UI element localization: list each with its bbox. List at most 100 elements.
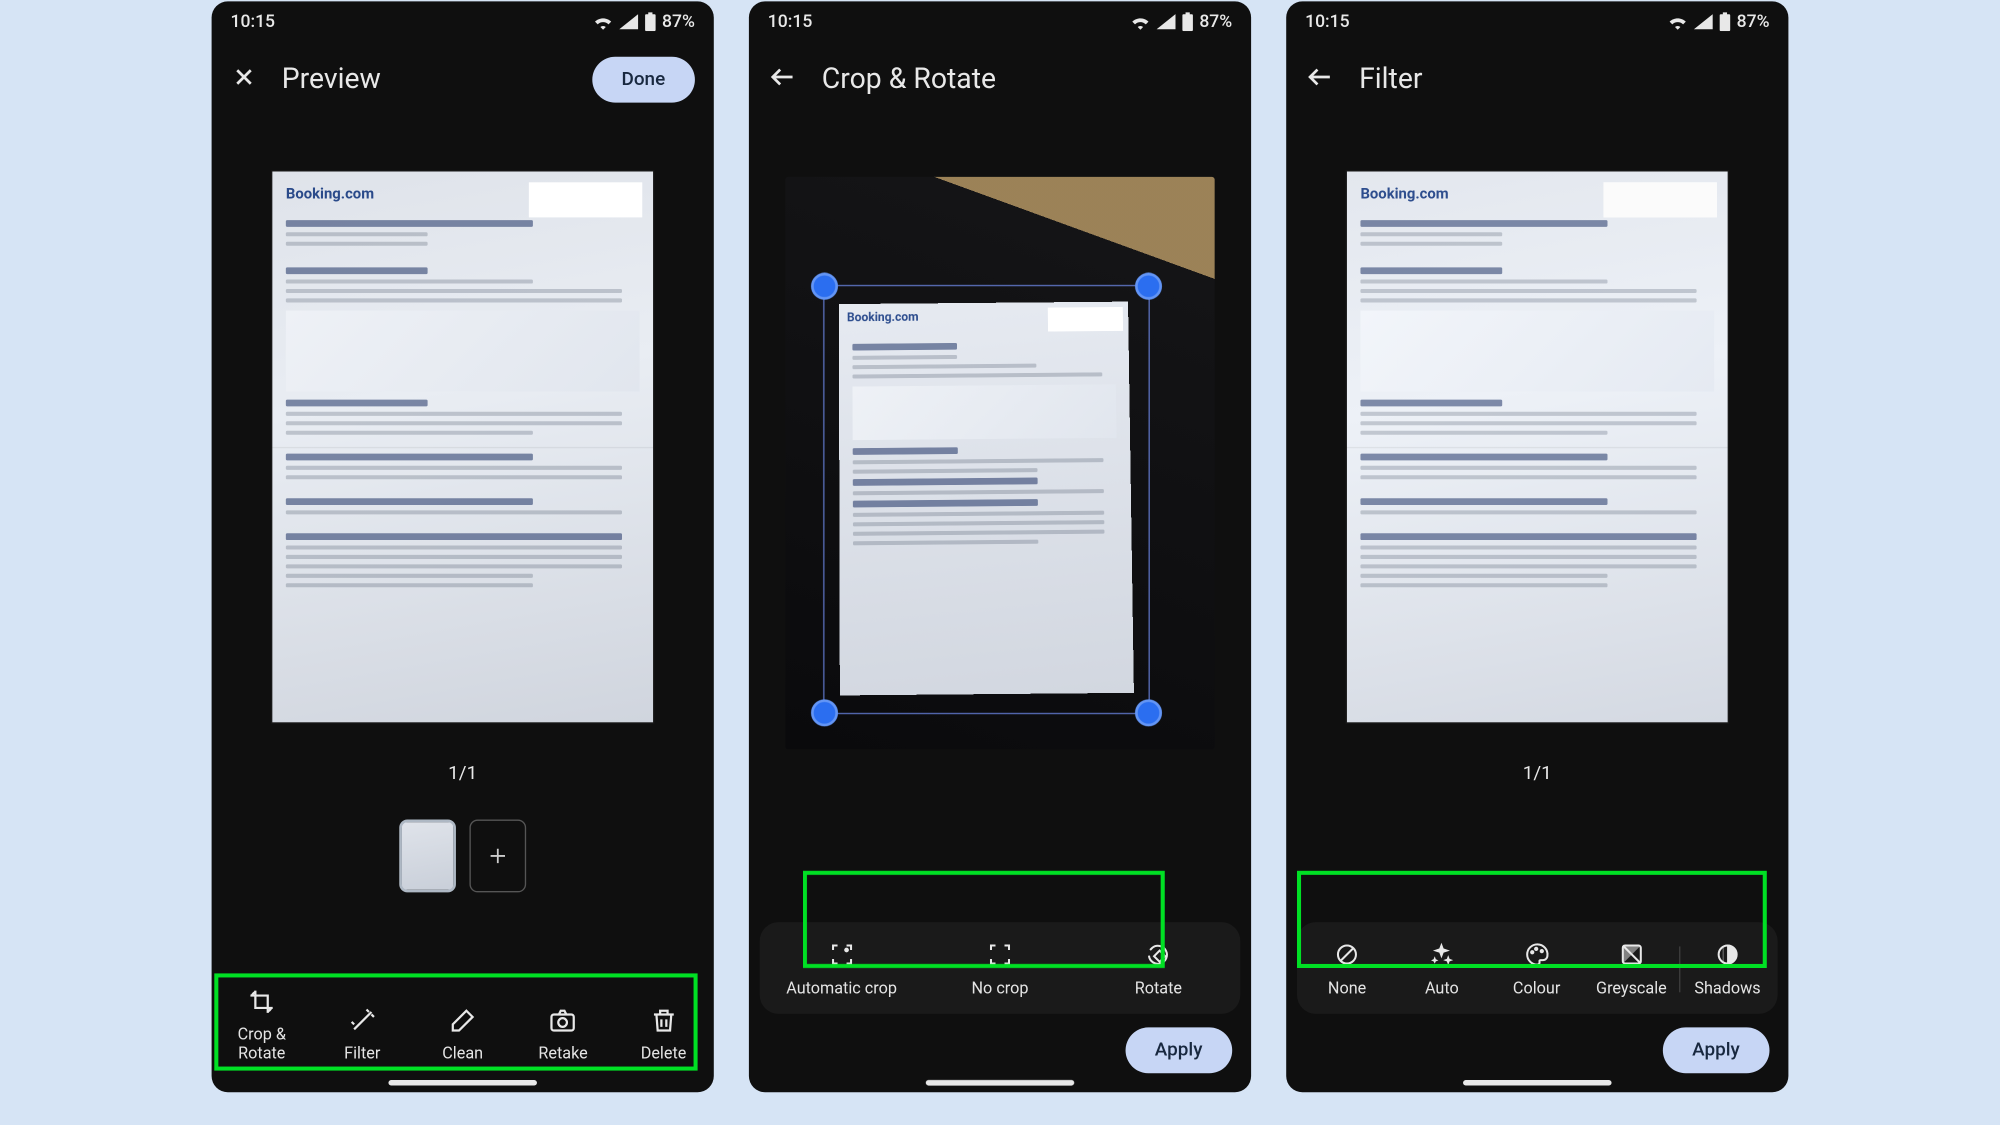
tool-label: Filter	[344, 1043, 380, 1062]
automatic-crop-button[interactable]: Automatic crop	[762, 941, 920, 998]
status-time: 10:15	[1305, 11, 1350, 31]
option-label: Automatic crop	[786, 978, 897, 997]
sparkle-icon	[1428, 941, 1455, 968]
crop-rotate-button[interactable]: Crop & Rotate	[215, 986, 310, 1062]
full-frame-icon	[986, 941, 1013, 968]
auto-crop-icon	[828, 941, 855, 968]
battery-icon	[1180, 12, 1194, 31]
back-icon[interactable]	[1305, 62, 1335, 97]
status-icons: 87%	[1129, 11, 1232, 31]
apply-button[interactable]: Apply	[1125, 1027, 1232, 1073]
crop-handle-br[interactable]	[1135, 699, 1162, 726]
home-indicator[interactable]	[926, 1080, 1075, 1085]
tool-label: Delete	[641, 1043, 687, 1062]
crop-content: Booking.com	[749, 117, 1251, 868]
battery-percent: 87%	[1199, 11, 1232, 31]
status-time: 10:15	[768, 11, 813, 31]
crop-handle-tl[interactable]	[811, 272, 838, 299]
thumbnail-strip	[399, 819, 526, 892]
page-title: Filter	[1359, 63, 1769, 95]
crop-handle-tr[interactable]	[1135, 272, 1162, 299]
wifi-icon	[1666, 13, 1688, 29]
close-icon[interactable]	[231, 63, 258, 95]
page-indicator: 1/1	[1523, 762, 1552, 784]
filter-option-bar: None Auto Colour Greyscale	[1297, 922, 1778, 1014]
filter-colour-button[interactable]: Colour	[1489, 941, 1584, 998]
redaction-box	[529, 182, 642, 217]
status-bar: 10:15 87%	[1286, 1, 1788, 42]
header: Preview Done	[212, 41, 714, 117]
page-title: Crop & Rotate	[822, 63, 1232, 95]
battery-icon	[643, 12, 657, 31]
document-brand-logo: Booking.com	[286, 184, 374, 202]
page-title: Preview	[282, 63, 568, 95]
option-label: Rotate	[1135, 978, 1182, 997]
back-icon[interactable]	[768, 62, 798, 97]
rotate-button[interactable]: Rotate	[1079, 941, 1237, 998]
status-time: 10:15	[231, 11, 276, 31]
phone-crop: 10:15 87% Crop & Rotate Booking.com	[749, 1, 1251, 1092]
filter-shadows-button[interactable]: Shadows	[1680, 941, 1775, 998]
document-in-photo: Booking.com	[839, 301, 1134, 695]
retake-button[interactable]: Retake	[516, 1005, 611, 1062]
greyscale-icon	[1618, 941, 1645, 968]
redaction-box	[1048, 306, 1123, 331]
header: Filter	[1286, 41, 1788, 117]
status-icons: 87%	[1666, 11, 1769, 31]
option-label: No crop	[972, 978, 1029, 997]
document-preview[interactable]: Booking.com	[272, 171, 653, 722]
wifi-icon	[1129, 13, 1151, 29]
option-label: Greyscale	[1596, 978, 1667, 997]
done-button[interactable]: Done	[592, 56, 695, 102]
option-label: None	[1328, 978, 1366, 997]
redaction-box	[1603, 182, 1716, 217]
crop-option-bar: Automatic crop No crop Rotate	[760, 922, 1241, 1014]
signal-icon	[1693, 13, 1712, 29]
filter-content: Booking.com	[1286, 117, 1788, 892]
apply-button[interactable]: Apply	[1662, 1027, 1769, 1073]
wifi-icon	[592, 13, 614, 29]
filter-button[interactable]: Filter	[315, 1005, 410, 1062]
palette-icon	[1523, 941, 1550, 968]
document-preview[interactable]: Booking.com	[1347, 171, 1728, 722]
trash-icon	[649, 1005, 679, 1035]
battery-percent: 87%	[662, 11, 695, 31]
battery-icon	[1718, 12, 1732, 31]
crop-rotate-icon	[247, 986, 277, 1016]
filter-greyscale-button[interactable]: Greyscale	[1584, 941, 1679, 998]
page-indicator: 1/1	[448, 762, 477, 784]
signal-icon	[619, 13, 638, 29]
signal-icon	[1156, 13, 1175, 29]
crop-handle-bl[interactable]	[811, 699, 838, 726]
preview-content: Booking.com	[212, 117, 714, 973]
crop-photo[interactable]: Booking.com	[785, 176, 1214, 748]
document-brand-logo: Booking.com	[1360, 184, 1448, 202]
delete-button[interactable]: Delete	[616, 1005, 711, 1062]
page-thumbnail[interactable]	[399, 819, 456, 892]
tool-label: Retake	[538, 1043, 587, 1062]
option-label: Auto	[1425, 978, 1459, 997]
home-indicator[interactable]	[388, 1080, 537, 1085]
header: Crop & Rotate	[749, 41, 1251, 117]
filter-auto-button[interactable]: Auto	[1394, 941, 1489, 998]
tool-label: Crop & Rotate	[215, 1024, 310, 1062]
home-indicator[interactable]	[1463, 1080, 1612, 1085]
status-bar: 10:15 87%	[749, 1, 1251, 42]
status-icons: 87%	[592, 11, 695, 31]
bottom-toolbar: Crop & Rotate Filter Clean Retake	[212, 973, 714, 1092]
no-crop-button[interactable]: No crop	[921, 941, 1079, 998]
filter-none-button[interactable]: None	[1300, 941, 1395, 998]
rotate-icon	[1145, 941, 1172, 968]
eraser-icon	[448, 1005, 478, 1035]
phone-preview: 10:15 87% Preview Done Booking.com	[212, 1, 714, 1092]
tool-label: Clean	[442, 1043, 483, 1062]
option-label: Colour	[1513, 978, 1560, 997]
none-icon	[1334, 941, 1361, 968]
clean-button[interactable]: Clean	[415, 1005, 510, 1062]
battery-percent: 87%	[1737, 11, 1770, 31]
sparkle-icon	[347, 1005, 377, 1035]
document-brand-logo: Booking.com	[847, 311, 919, 325]
camera-icon	[548, 1005, 578, 1035]
option-label: Shadows	[1694, 978, 1760, 997]
add-page-button[interactable]	[469, 819, 526, 892]
